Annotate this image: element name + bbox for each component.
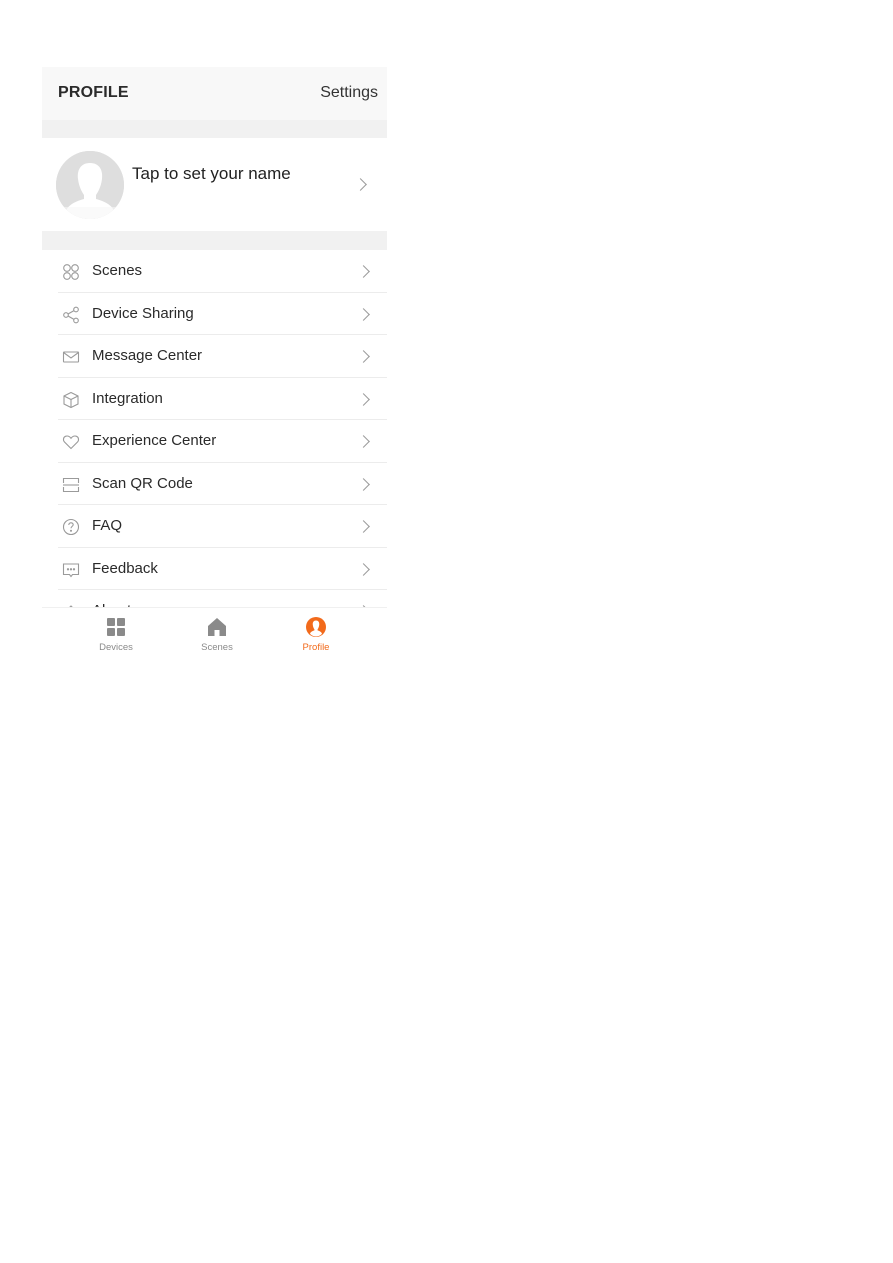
share-icon bbox=[63, 306, 79, 323]
page-title: PROFILE bbox=[58, 84, 129, 101]
menu-item-label: Scenes bbox=[92, 262, 143, 279]
menu-item-scenes[interactable]: Scenes bbox=[58, 250, 387, 293]
chevron-right-icon bbox=[357, 562, 370, 576]
menu-item-feedback[interactable]: Feedback bbox=[58, 548, 387, 590]
profile-screen: PROFILE Settings Tap to set your name Sc… bbox=[42, 67, 387, 662]
profile-icon bbox=[306, 617, 326, 637]
question-circle-icon bbox=[62, 518, 80, 536]
heart-icon bbox=[62, 435, 80, 450]
home-icon bbox=[208, 618, 226, 636]
menu-item-scan-qr-code[interactable]: Scan QR Code bbox=[58, 463, 387, 505]
default-avatar-icon bbox=[56, 151, 124, 219]
menu-item-faq[interactable]: FAQ bbox=[58, 505, 387, 548]
menu-item-integration[interactable]: Integration bbox=[58, 378, 387, 420]
menu-item-message-center[interactable]: Message Center bbox=[58, 335, 387, 378]
chevron-right-icon bbox=[357, 265, 370, 278]
tab-scenes[interactable]: Scenes bbox=[177, 608, 257, 662]
menu-list: Scenes Device Sharing Message Center Int… bbox=[42, 250, 387, 633]
chevron-right-icon bbox=[357, 392, 370, 406]
devices-grid-icon bbox=[107, 618, 125, 636]
menu-item-label: Scan QR Code bbox=[92, 474, 193, 492]
menu-item-label: Device Sharing bbox=[92, 304, 194, 322]
tab-label: Devices bbox=[99, 642, 133, 653]
menu-item-label: Integration bbox=[92, 389, 163, 407]
chevron-right-icon bbox=[357, 307, 370, 321]
bottom-tab-bar: Devices Scenes Profile bbox=[42, 607, 387, 662]
chevron-right-icon bbox=[357, 520, 370, 533]
tab-profile[interactable]: Profile bbox=[276, 608, 356, 662]
section-divider bbox=[42, 231, 387, 250]
chevron-right-icon bbox=[357, 435, 370, 448]
scan-icon bbox=[62, 477, 80, 492]
tab-devices[interactable]: Devices bbox=[76, 608, 156, 662]
menu-item-experience-center[interactable]: Experience Center bbox=[58, 420, 387, 463]
menu-item-label: Feedback bbox=[92, 559, 158, 577]
menu-item-label: Message Center bbox=[92, 347, 203, 364]
chevron-right-icon bbox=[357, 477, 370, 491]
profile-card[interactable]: Tap to set your name bbox=[42, 138, 387, 231]
settings-button[interactable]: Settings bbox=[320, 84, 378, 102]
cube-icon bbox=[63, 391, 79, 408]
tab-label: Scenes bbox=[201, 642, 233, 653]
section-divider bbox=[42, 120, 387, 138]
tab-label: Profile bbox=[302, 642, 330, 653]
envelope-icon bbox=[62, 351, 80, 363]
menu-item-label: FAQ bbox=[92, 517, 123, 534]
chevron-right-icon bbox=[357, 350, 370, 363]
scenes-grid-icon bbox=[63, 264, 79, 280]
menu-item-label: Experience Center bbox=[92, 432, 217, 449]
feedback-bubble-icon bbox=[62, 562, 80, 577]
chevron-right-icon bbox=[354, 178, 367, 191]
set-name-prompt: Tap to set your name bbox=[132, 164, 291, 183]
header-bar: PROFILE Settings bbox=[42, 67, 387, 120]
menu-item-device-sharing[interactable]: Device Sharing bbox=[58, 293, 387, 335]
